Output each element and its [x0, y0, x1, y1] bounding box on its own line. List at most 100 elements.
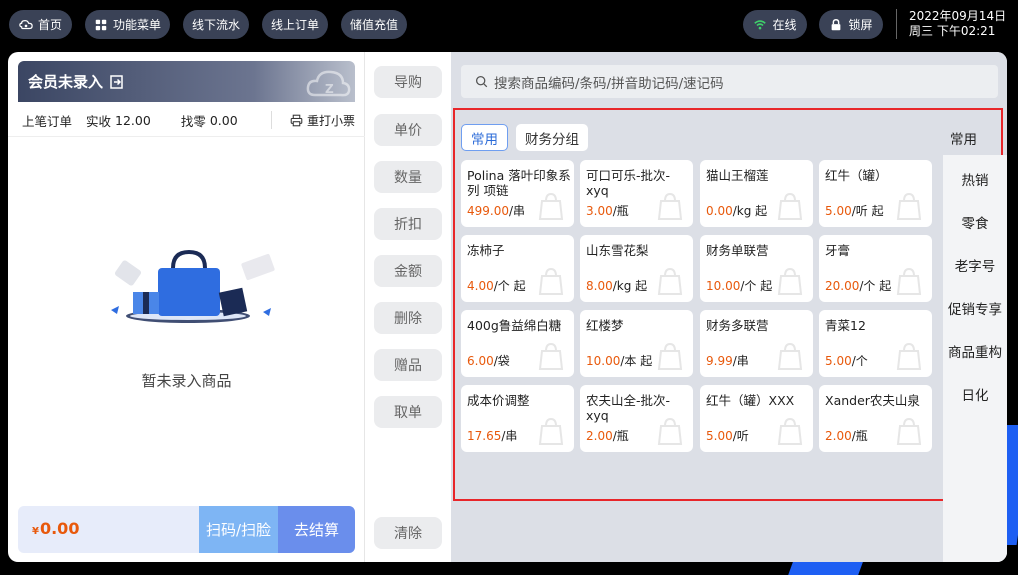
online-status-button[interactable]: 在线 [743, 10, 807, 39]
product-name: 红楼梦 [586, 318, 624, 333]
price-unit: /个 起 [493, 279, 526, 293]
category-promotion[interactable]: 促销专享 [943, 298, 1007, 318]
price-unit: /kg 起 [612, 279, 648, 293]
main-panel: 会员未录入 Z 上笔订单 实收 12.00 找零 0.00 重打小票 暂未录入商… [8, 52, 1007, 562]
bag-icon [777, 192, 803, 220]
product-card[interactable]: 可口可乐-批次-xyq 3.00/瓶 [580, 160, 693, 227]
scan-button[interactable]: 扫码/扫脸 [199, 506, 278, 553]
category-title[interactable]: 常用 [950, 124, 1007, 151]
product-card[interactable]: 成本价调整 17.65/串 [461, 385, 574, 452]
reprint-label: 重打小票 [306, 113, 355, 128]
lock-screen-button[interactable]: 锁屏 [819, 10, 883, 39]
price-value: 2.00 [586, 429, 613, 443]
action-button-amount[interactable]: 金额 [374, 255, 442, 287]
tab-common[interactable]: 常用 [461, 124, 508, 151]
category-snacks[interactable]: 零食 [943, 212, 1007, 232]
bag-icon [896, 267, 922, 295]
product-card[interactable]: 400g鲁益绵白糖 6.00/袋 [461, 310, 574, 377]
bag-icon [896, 342, 922, 370]
lock-screen-label: 锁屏 [848, 18, 873, 32]
action-button-price[interactable]: 单价 [374, 114, 442, 146]
last-order-bar: 上笔订单 实收 12.00 找零 0.00 重打小票 [22, 108, 355, 132]
home-button[interactable]: 首页 [9, 10, 72, 39]
price-unit: /瓶 [851, 429, 868, 443]
home-icon [19, 19, 33, 29]
product-card[interactable]: Polina 落叶印象系列 项链 499.00/串 [461, 160, 574, 227]
function-menu-button[interactable]: 功能菜单 [85, 10, 170, 39]
price-unit: /听 [732, 429, 749, 443]
product-card[interactable]: 红牛（罐） 5.00/听 起 [819, 160, 932, 227]
price-value: 10.00 [706, 279, 741, 293]
product-price: 499.00/串 [467, 202, 525, 219]
empty-cart-text: 暂未录入商品 [141, 372, 232, 390]
reprint-button[interactable]: 重打小票 [270, 111, 355, 129]
category-heritage[interactable]: 老字号 [943, 255, 1007, 275]
product-price: 0.00/kg 起 [706, 202, 767, 219]
tab-finance-group[interactable]: 财务分组 [516, 124, 588, 151]
product-name: 成本价调整 [467, 393, 530, 408]
clear-button[interactable]: 清除 [374, 517, 442, 549]
product-price: 8.00/kg 起 [586, 277, 647, 294]
currency-symbol: ¥ [32, 526, 39, 537]
product-card[interactable]: 农夫山全-批次-xyq 2.00/瓶 [580, 385, 693, 452]
total-amount: ¥ 0.00 [32, 519, 79, 538]
category-restructure[interactable]: 商品重构 [943, 341, 1007, 361]
price-value: 5.00 [825, 204, 852, 218]
lock-icon [832, 18, 841, 30]
product-card[interactable]: Xander农夫山泉 2.00/瓶 [819, 385, 932, 452]
product-card[interactable]: 青菜12 5.00/个 [819, 310, 932, 377]
price-value: 8.00 [586, 279, 613, 293]
group-tabs: 常用 财务分组 [461, 124, 588, 151]
bag-icon [777, 267, 803, 295]
last-order-label: 上笔订单 [22, 113, 73, 129]
recharge-button[interactable]: 储值充值 [341, 10, 407, 39]
checkout-button[interactable]: 去结算 [278, 506, 355, 553]
background-accent-shape-bottom [786, 560, 864, 575]
price-unit: /串 [732, 354, 749, 368]
offline-flow-button[interactable]: 线下流水 [183, 10, 249, 39]
online-order-button[interactable]: 线上订单 [262, 10, 328, 39]
product-name: 红牛（罐）XXX [706, 393, 795, 408]
product-card[interactable]: 红楼梦 10.00/本 起 [580, 310, 693, 377]
printer-icon [290, 114, 303, 126]
recharge-label: 储值充值 [349, 18, 398, 32]
member-label: 会员未录入 [28, 73, 104, 91]
product-price: 20.00/个 起 [825, 277, 891, 294]
product-card[interactable]: 财务多联营 9.99/串 [700, 310, 813, 377]
price-value: 4.00 [467, 279, 494, 293]
search-input[interactable]: 搜索商品编码/条码/拼音助记码/速记码 [461, 65, 998, 98]
member-entry[interactable]: 会员未录入 Z [18, 61, 355, 102]
action-button-discount[interactable]: 折扣 [374, 208, 442, 240]
category-hot[interactable]: 热销 [943, 169, 1007, 189]
category-daily[interactable]: 日化 [943, 384, 1007, 404]
action-button-guide[interactable]: 导购 [374, 66, 442, 98]
product-price: 3.00/瓶 [586, 202, 629, 219]
product-card[interactable]: 牙膏 20.00/个 起 [819, 235, 932, 302]
product-card[interactable]: 猫山王榴莲 0.00/kg 起 [700, 160, 813, 227]
product-card[interactable]: 红牛（罐）XXX 5.00/听 [700, 385, 813, 452]
product-card[interactable]: 山东雪花梨 8.00/kg 起 [580, 235, 693, 302]
action-button-gift[interactable]: 赠品 [374, 349, 442, 381]
price-value: 5.00 [706, 429, 733, 443]
bag-icon [777, 342, 803, 370]
goods-panel: 搜索商品编码/条码/拼音助记码/速记码 常用 财务分组 常用 热销 零食 老字号… [451, 52, 1007, 562]
svg-text:Z: Z [325, 82, 334, 96]
received-value: 12.00 [115, 112, 151, 128]
product-price: 5.00/听 起 [825, 202, 884, 219]
action-button-delete[interactable]: 删除 [374, 302, 442, 334]
price-unit: /个 起 [740, 279, 773, 293]
action-button-retrieve[interactable]: 取单 [374, 396, 442, 428]
bag-icon [538, 342, 564, 370]
search-icon [475, 75, 488, 88]
product-price: 5.00/听 [706, 427, 749, 444]
function-menu-label: 功能菜单 [112, 18, 161, 32]
product-card[interactable]: 冻柿子 4.00/个 起 [461, 235, 574, 302]
action-button-quantity[interactable]: 数量 [374, 161, 442, 193]
product-card[interactable]: 财务单联营 10.00/个 起 [700, 235, 813, 302]
bag-icon [657, 267, 683, 295]
price-unit: /个 起 [859, 279, 892, 293]
product-name: 猫山王榴莲 [706, 168, 769, 183]
price-unit: /个 [851, 354, 868, 368]
home-label: 首页 [37, 18, 62, 32]
product-price: 4.00/个 起 [467, 277, 526, 294]
